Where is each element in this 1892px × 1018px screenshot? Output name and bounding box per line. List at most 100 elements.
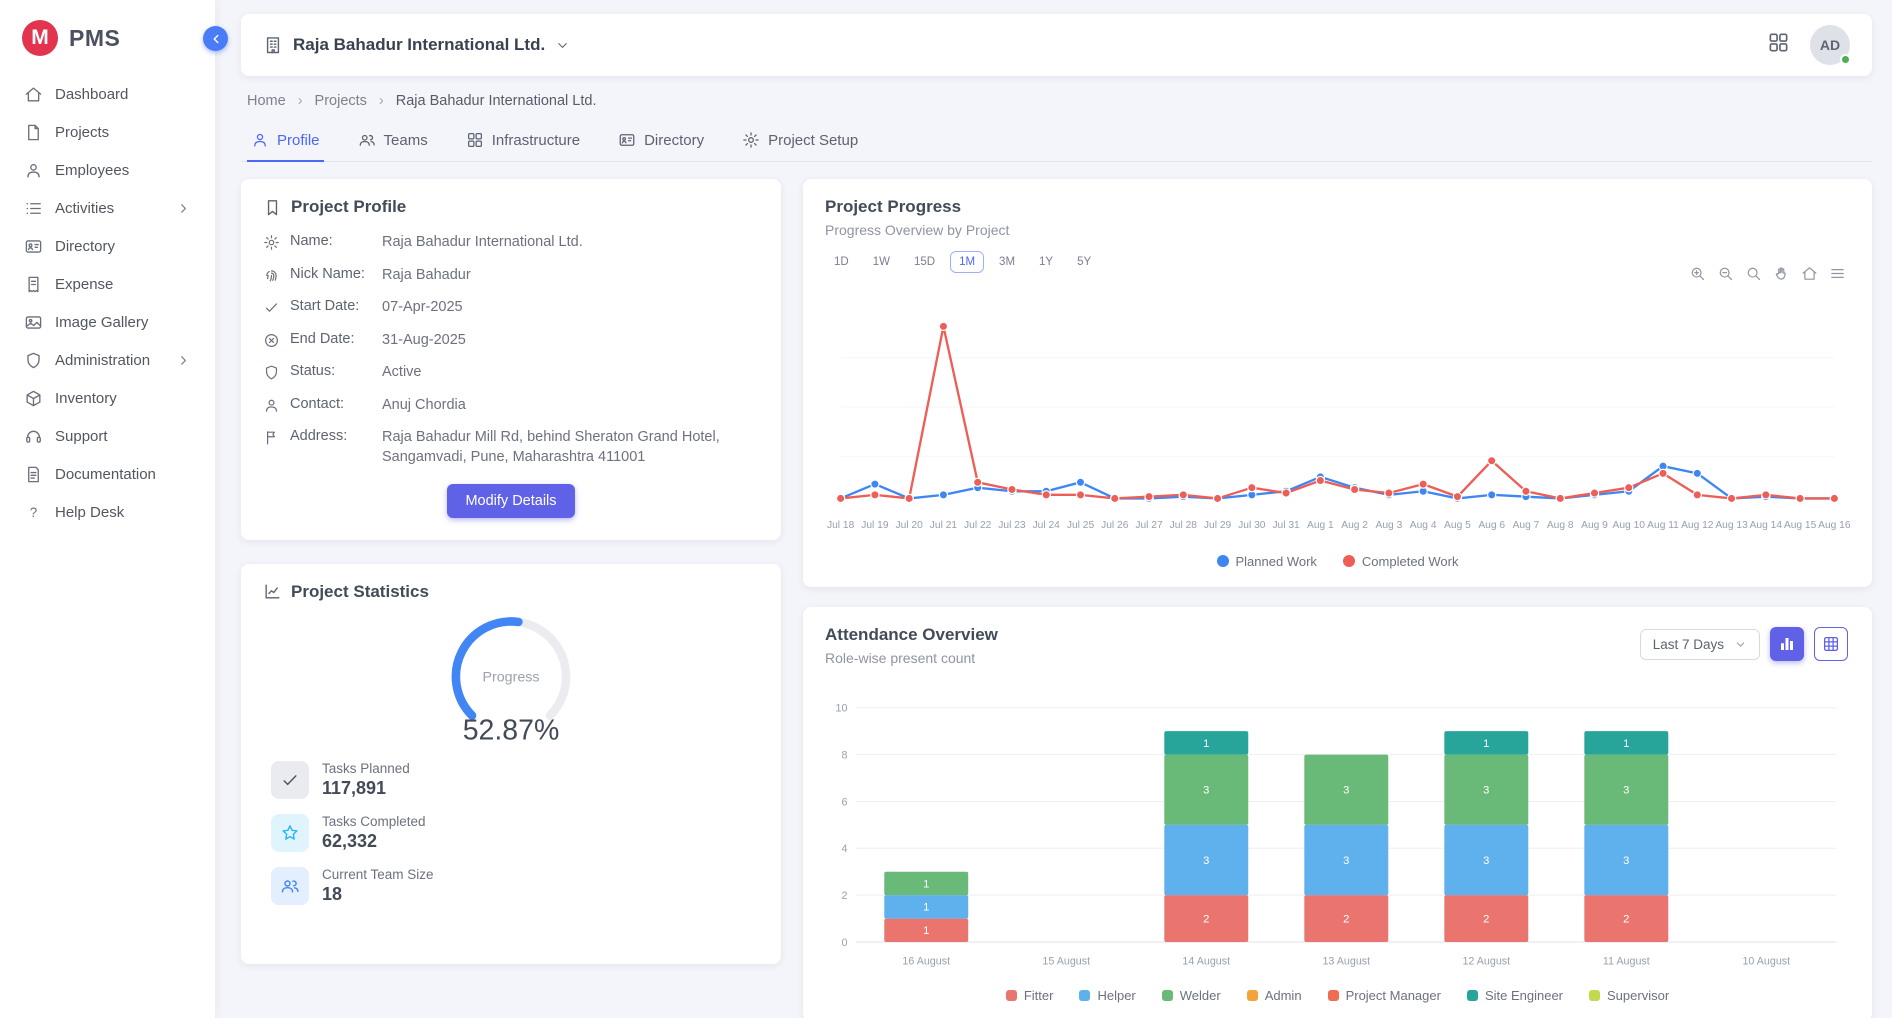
svg-text:0: 0 (841, 937, 847, 949)
topbar-actions: AD (1767, 25, 1850, 65)
svg-text:1: 1 (923, 878, 929, 890)
sidebar-item-administration[interactable]: Administration (10, 343, 205, 378)
tab-directory[interactable]: Directory (614, 122, 708, 162)
sidebar-item-support[interactable]: Support (10, 419, 205, 454)
field-label: Start Date: (290, 298, 372, 314)
right-column: Project Progress Progress Overview by Pr… (803, 179, 1872, 986)
sidebar-item-dashboard[interactable]: Dashboard (10, 77, 205, 112)
tab-profile[interactable]: Profile (247, 122, 324, 162)
tab-label: Infrastructure (492, 132, 580, 149)
top-header: Raja Bahadur International Ltd. AD (241, 14, 1872, 76)
legend-item[interactable]: Planned Work (1217, 554, 1317, 569)
sidebar-item-label: Dashboard (55, 86, 128, 103)
sidebar-item-help-desk[interactable]: Help Desk (10, 495, 205, 530)
progress-line-chart: Jul 18Jul 19Jul 20Jul 21Jul 22Jul 23Jul … (825, 285, 1850, 552)
sidebar-item-projects[interactable]: Projects (10, 115, 205, 150)
range-5y-button[interactable]: 5Y (1068, 251, 1100, 273)
svg-text:52.87%: 52.87% (463, 714, 560, 746)
breadcrumb-current: Raja Bahadur International Ltd. (379, 93, 597, 109)
legend-item[interactable]: Welder (1162, 988, 1221, 1003)
zoom-in-icon[interactable] (1689, 265, 1706, 282)
range-1d-button[interactable]: 1D (825, 251, 858, 273)
svg-text:15 August: 15 August (1042, 955, 1090, 967)
legend-item[interactable]: Completed Work (1343, 554, 1459, 569)
legend-item[interactable]: Supervisor (1589, 988, 1669, 1003)
sidebar-collapse-button[interactable] (203, 26, 228, 51)
help-icon (24, 503, 43, 522)
sidebar-item-label: Inventory (55, 390, 117, 407)
tab-project-setup[interactable]: Project Setup (738, 122, 862, 162)
svg-text:Aug 5: Aug 5 (1444, 520, 1471, 531)
breadcrumb-projects[interactable]: Projects (298, 93, 367, 109)
svg-text:Aug 15: Aug 15 (1784, 520, 1817, 531)
tab-label: Project Setup (768, 132, 858, 149)
svg-text:Aug 16: Aug 16 (1818, 520, 1850, 531)
range-3m-button[interactable]: 3M (990, 251, 1024, 273)
svg-text:Aug 13: Aug 13 (1715, 520, 1748, 531)
legend-label: Planned Work (1236, 554, 1317, 569)
legend-swatch (1006, 990, 1017, 1001)
chart-line-icon (263, 582, 282, 601)
progress-card-subtitle: Progress Overview by Project (825, 222, 1850, 238)
field-value: Active (382, 363, 422, 383)
svg-text:Jul 22: Jul 22 (964, 520, 992, 531)
range-1y-button[interactable]: 1Y (1030, 251, 1062, 273)
sidebar-item-activities[interactable]: Activities (10, 191, 205, 226)
sidebar-item-image-gallery[interactable]: Image Gallery (10, 305, 205, 340)
modify-details-button[interactable]: Modify Details (447, 484, 574, 518)
apps-grid-button[interactable] (1767, 31, 1790, 59)
svg-text:Aug 14: Aug 14 (1750, 520, 1783, 531)
svg-text:14 August: 14 August (1182, 955, 1230, 967)
main-area: Raja Bahadur International Ltd. AD Home … (215, 0, 1892, 1018)
legend-swatch (1162, 990, 1173, 1001)
left-column: Project Profile Name:Raja Bahadur Intern… (241, 179, 781, 986)
svg-text:Jul 19: Jul 19 (861, 520, 889, 531)
file-icon (24, 123, 43, 142)
field-name: Name:Raja Bahadur International Ltd. (263, 233, 759, 253)
range-1m-button[interactable]: 1M (950, 251, 984, 273)
field-start-date: Start Date:07-Apr-2025 (263, 298, 759, 318)
user-avatar[interactable]: AD (1810, 25, 1850, 65)
id-card-icon (618, 131, 636, 149)
app-logo[interactable]: M PMS (0, 8, 215, 74)
range-15d-button[interactable]: 15D (905, 251, 944, 273)
svg-text:1: 1 (923, 925, 929, 937)
tab-teams[interactable]: Teams (354, 122, 432, 162)
tab-infrastructure[interactable]: Infrastructure (462, 122, 584, 162)
statistics-card-title-row: Project Statistics (263, 582, 759, 602)
table-view-toggle[interactable] (1814, 627, 1848, 661)
company-selector[interactable]: Raja Bahadur International Ltd. (263, 35, 570, 55)
svg-text:13 August: 13 August (1322, 955, 1370, 967)
bookmark-icon (263, 198, 282, 217)
reset-home-icon[interactable] (1801, 265, 1818, 282)
svg-text:3: 3 (1343, 855, 1349, 867)
sidebar-item-directory[interactable]: Directory (10, 229, 205, 264)
sidebar-item-documentation[interactable]: Documentation (10, 457, 205, 492)
sidebar-item-label: Activities (55, 200, 114, 217)
menu-icon[interactable] (1829, 265, 1846, 282)
breadcrumb-home[interactable]: Home (247, 93, 286, 109)
sidebar-item-inventory[interactable]: Inventory (10, 381, 205, 416)
sidebar-item-expense[interactable]: Expense (10, 267, 205, 302)
chart-view-toggle[interactable] (1770, 627, 1804, 661)
svg-text:Aug 4: Aug 4 (1410, 520, 1437, 531)
user-icon (263, 397, 280, 414)
range-1w-button[interactable]: 1W (864, 251, 899, 273)
legend-item[interactable]: Fitter (1006, 988, 1054, 1003)
home-icon (24, 85, 43, 104)
legend-label: Welder (1180, 988, 1221, 1003)
zoom-out-icon[interactable] (1717, 265, 1734, 282)
days-filter-select[interactable]: Last 7 Days (1640, 629, 1760, 660)
legend-item[interactable]: Project Manager (1328, 988, 1441, 1003)
legend-label: Helper (1097, 988, 1135, 1003)
legend-item[interactable]: Admin (1247, 988, 1302, 1003)
sidebar: M PMS Dashboard Projects Employees Activ… (0, 0, 215, 1018)
selection-zoom-icon[interactable] (1745, 265, 1762, 282)
svg-text:Jul 27: Jul 27 (1135, 520, 1163, 531)
pan-icon[interactable] (1773, 265, 1790, 282)
sidebar-item-employees[interactable]: Employees (10, 153, 205, 188)
legend-item[interactable]: Site Engineer (1467, 988, 1563, 1003)
stat-label: Tasks Completed (322, 814, 426, 829)
stat-label: Tasks Planned (322, 761, 410, 776)
legend-item[interactable]: Helper (1079, 988, 1135, 1003)
